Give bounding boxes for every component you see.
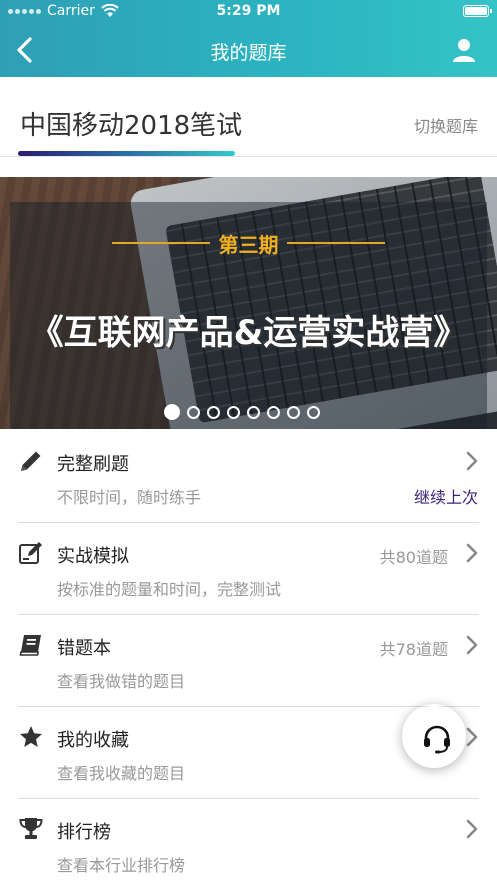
bank-title: 中国移动2018笔试: [20, 111, 243, 141]
trophy-icon: [19, 818, 43, 839]
banner-pager[interactable]: [164, 404, 320, 420]
pager-dot[interactable]: [164, 404, 180, 420]
switch-bank-button[interactable]: 切换题库: [414, 113, 478, 137]
pager-dot[interactable]: [207, 405, 220, 419]
star-icon: [20, 726, 42, 747]
menu-item-full-practice[interactable]: 完整刷题 不限时间，随时练手 继续上次: [0, 430, 497, 522]
question-count: 共78道题: [379, 640, 448, 659]
customer-service-button[interactable]: [401, 703, 467, 769]
user-icon[interactable]: [451, 37, 477, 63]
page-title: 我的题库: [210, 42, 287, 64]
menu-item-desc: 查看本行业排行榜: [57, 856, 186, 875]
chevron-right-icon: [466, 819, 478, 839]
menu-item-leaderboard[interactable]: 排行榜 查看本行业排行榜: [0, 798, 497, 883]
banner-period: 第三期: [218, 233, 279, 257]
promo-banner[interactable]: 第三期 《互联网产品&运营实战营》: [0, 177, 497, 429]
menu-item-desc: 不限时间，随时练手: [57, 488, 202, 507]
pager-dot[interactable]: [287, 405, 300, 419]
status-bar: Carrier 5:29 PM: [0, 0, 497, 24]
menu-item-label: 完整刷题: [57, 454, 129, 475]
pager-dot[interactable]: [227, 405, 240, 419]
chevron-right-icon: [466, 635, 478, 655]
pencil-icon: [21, 451, 41, 471]
question-count: 共80道题: [379, 548, 448, 567]
pager-dot[interactable]: [187, 405, 200, 419]
menu-item-mock-exam[interactable]: 实战模拟 按标准的题量和时间，完整测试 共80道题: [0, 522, 497, 614]
question-bank-header: 中国移动2018笔试 切换题库: [0, 77, 497, 157]
continue-link[interactable]: 继续上次: [414, 484, 478, 508]
menu-item-label: 我的收藏: [57, 730, 129, 751]
practice-menu: 完整刷题 不限时间，随时练手 继续上次 实战模拟 按标准的题量和时间，完整测试 …: [0, 430, 497, 883]
headset-icon: [424, 725, 450, 754]
menu-item-desc: 查看我做错的题目: [57, 672, 186, 691]
chevron-right-icon: [466, 727, 478, 747]
menu-item-label: 错题本: [57, 638, 111, 659]
chevron-right-icon: [466, 543, 478, 563]
banner-headline: 《互联网产品&运营实战营》: [29, 313, 468, 353]
status-time: 5:29 PM: [216, 3, 281, 19]
menu-item-label: 排行榜: [57, 822, 111, 843]
menu-item-desc: 查看我收藏的题目: [57, 764, 186, 783]
top-bar: Carrier 5:29 PM 我的题库: [0, 0, 497, 77]
pager-dot[interactable]: [247, 405, 260, 419]
menu-item-desc: 按标准的题量和时间，完整测试: [57, 580, 282, 599]
menu-item-label: 实战模拟: [57, 546, 129, 567]
battery-icon: [463, 5, 492, 17]
chevron-right-icon: [466, 451, 478, 471]
pager-dot[interactable]: [267, 405, 280, 419]
title-underline: [18, 151, 235, 156]
menu-item-wrong-answers[interactable]: 错题本 查看我做错的题目 共78道题: [0, 614, 497, 706]
edit-note-icon: [19, 542, 42, 564]
book-icon: [19, 635, 41, 656]
nav-bar: 我的题库: [0, 24, 497, 77]
pager-dot[interactable]: [307, 405, 320, 419]
